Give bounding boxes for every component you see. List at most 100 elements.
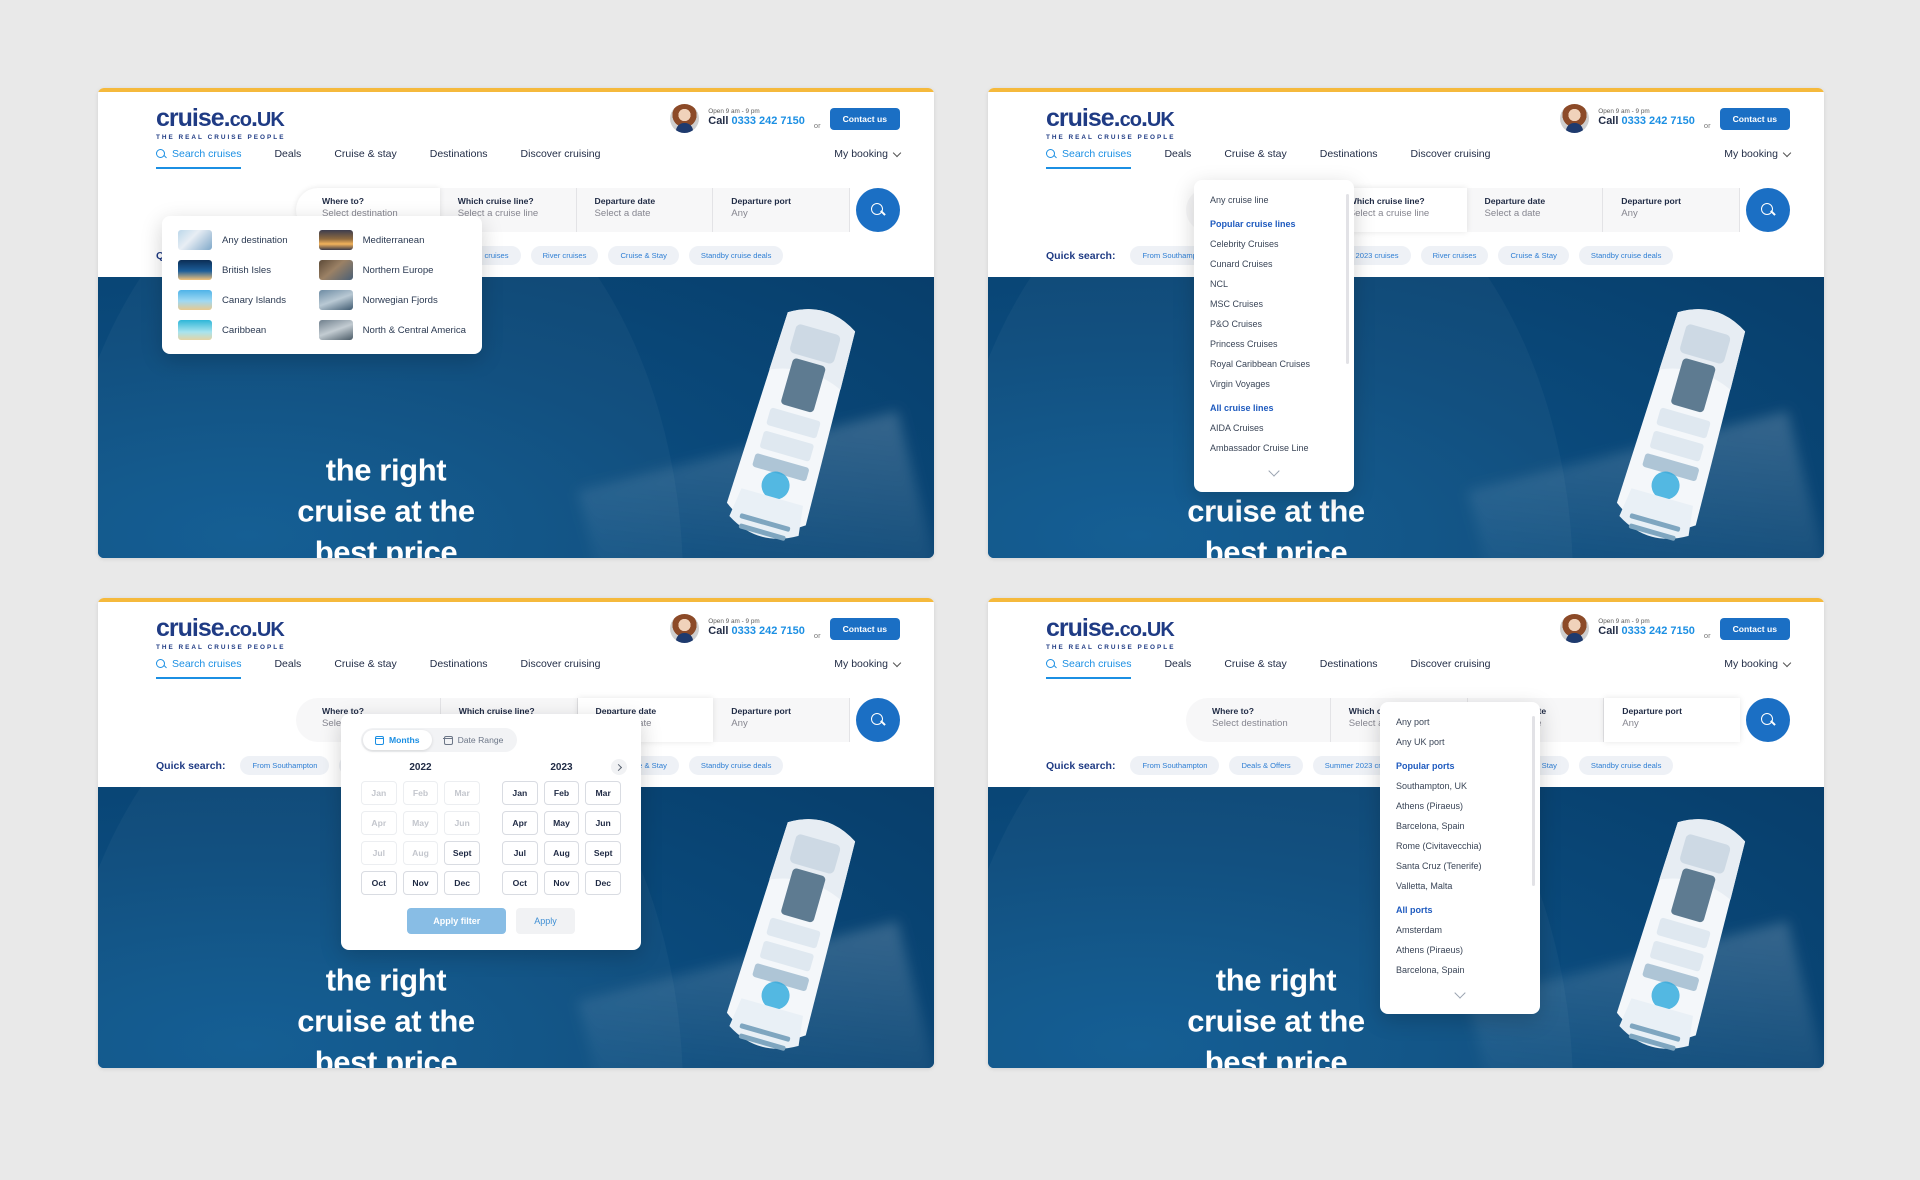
- apply-button[interactable]: Apply: [516, 908, 575, 934]
- logo[interactable]: cruise.co.UK THE REAL CRUISE PEOPLE: [1046, 106, 1175, 142]
- nav-item-discover-cruising[interactable]: Discover cruising: [1411, 148, 1491, 167]
- tab-months[interactable]: Months: [363, 730, 432, 750]
- field-departure-date[interactable]: Departure date Select a date: [1466, 188, 1604, 232]
- phone-number[interactable]: 0333 242 7150: [1622, 115, 1695, 127]
- month-button[interactable]: Sept: [585, 841, 621, 865]
- month-button[interactable]: Feb: [543, 781, 580, 805]
- field-departure-port[interactable]: Departure port Any: [1603, 188, 1740, 232]
- month-button[interactable]: Jun: [585, 811, 621, 835]
- cruise-line-option[interactable]: P&O Cruises: [1194, 314, 1354, 334]
- port-option[interactable]: Santa Cruz (Tenerife): [1380, 856, 1540, 876]
- month-button[interactable]: Dec: [444, 871, 480, 895]
- field-where-to[interactable]: Where to? Select destination: [1186, 698, 1331, 742]
- cruise-line-option-any[interactable]: Any cruise line: [1194, 190, 1354, 210]
- quick-pill-cruise-stay[interactable]: Cruise & Stay: [608, 246, 679, 265]
- my-booking-menu[interactable]: My booking: [834, 148, 902, 160]
- quick-pill-from-southampton[interactable]: From Southampton: [1130, 756, 1220, 775]
- dropdown-scrollbar[interactable]: [1532, 716, 1535, 886]
- cruise-line-option[interactable]: Virgin Voyages: [1194, 374, 1354, 394]
- nav-item-destinations[interactable]: Destinations: [430, 148, 488, 167]
- nav-item-search-cruises[interactable]: Search cruises: [1046, 658, 1132, 679]
- destination-item[interactable]: Mediterranean: [318, 230, 466, 250]
- nav-item-cruise-stay[interactable]: Cruise & stay: [334, 658, 396, 677]
- month-button[interactable]: Oct: [502, 871, 538, 895]
- nav-item-deals[interactable]: Deals: [1164, 658, 1191, 677]
- field-departure-date[interactable]: Departure date Select a date: [576, 188, 714, 232]
- port-option[interactable]: Barcelona, Spain: [1380, 816, 1540, 836]
- logo[interactable]: cruise.co.UK THE REAL CRUISE PEOPLE: [156, 106, 285, 142]
- destination-item[interactable]: Canary Islands: [178, 290, 305, 310]
- nav-item-cruise-stay[interactable]: Cruise & stay: [1224, 148, 1286, 167]
- nav-item-search-cruises[interactable]: Search cruises: [1046, 148, 1132, 169]
- destinations-dropdown[interactable]: Any destination Mediterranean British Is…: [162, 216, 482, 354]
- contact-us-button[interactable]: Contact us: [1719, 107, 1790, 130]
- logo[interactable]: cruise.co.UK THE REAL CRUISE PEOPLE: [156, 616, 285, 652]
- show-more-button[interactable]: [1194, 458, 1354, 480]
- logo[interactable]: cruise.co.UK THE REAL CRUISE PEOPLE: [1046, 616, 1175, 652]
- cruise-line-option[interactable]: Royal Caribbean Cruises: [1194, 354, 1354, 374]
- quick-pill-river-cruises[interactable]: River cruises: [530, 246, 599, 265]
- destination-item[interactable]: North & Central America: [318, 320, 466, 340]
- port-option-any[interactable]: Any port: [1380, 712, 1540, 732]
- quick-pill-cruise-stay[interactable]: Cruise & Stay: [1498, 246, 1569, 265]
- destination-item[interactable]: Norwegian Fjords: [318, 290, 466, 310]
- port-option[interactable]: Barcelona, Spain: [1380, 960, 1540, 980]
- quick-pill-deals-offers[interactable]: Deals & Offers: [1229, 756, 1303, 775]
- field-departure-port[interactable]: Departure port Any: [713, 188, 850, 232]
- month-button[interactable]: Dec: [585, 871, 621, 895]
- port-option[interactable]: Amsterdam: [1380, 920, 1540, 940]
- search-submit-button[interactable]: [856, 698, 900, 742]
- month-button[interactable]: Jan: [502, 781, 538, 805]
- nav-item-discover-cruising[interactable]: Discover cruising: [1411, 658, 1491, 677]
- quick-pill-river-cruises[interactable]: River cruises: [1420, 246, 1489, 265]
- quick-pill-standby[interactable]: Standby cruise deals: [688, 246, 784, 265]
- quick-pill-standby[interactable]: Standby cruise deals: [688, 756, 784, 775]
- cruise-line-option[interactable]: AIDA Cruises: [1194, 418, 1354, 438]
- port-option[interactable]: Athens (Piraeus): [1380, 940, 1540, 960]
- destination-item[interactable]: Northern Europe: [318, 260, 466, 280]
- destination-item[interactable]: Any destination: [178, 230, 305, 250]
- cruise-line-option[interactable]: Princess Cruises: [1194, 334, 1354, 354]
- port-option-any-uk[interactable]: Any UK port: [1380, 732, 1540, 752]
- nav-item-deals[interactable]: Deals: [1164, 148, 1191, 167]
- destination-item[interactable]: Caribbean: [178, 320, 305, 340]
- cruise-line-option[interactable]: Cunard Cruises: [1194, 254, 1354, 274]
- search-submit-button[interactable]: [856, 188, 900, 232]
- nav-item-search-cruises[interactable]: Search cruises: [156, 658, 242, 679]
- month-button[interactable]: Mar: [585, 781, 621, 805]
- nav-item-cruise-stay[interactable]: Cruise & stay: [334, 148, 396, 167]
- nav-item-destinations[interactable]: Destinations: [430, 658, 488, 677]
- phone-number[interactable]: 0333 242 7150: [732, 625, 805, 637]
- my-booking-menu[interactable]: My booking: [834, 658, 902, 670]
- port-option[interactable]: Valletta, Malta: [1380, 876, 1540, 896]
- port-option[interactable]: Southampton, UK: [1380, 776, 1540, 796]
- nav-item-destinations[interactable]: Destinations: [1320, 148, 1378, 167]
- tab-date-range[interactable]: Date Range: [432, 730, 516, 750]
- my-booking-menu[interactable]: My booking: [1724, 658, 1792, 670]
- month-button[interactable]: May: [543, 811, 580, 835]
- nav-item-deals[interactable]: Deals: [274, 148, 301, 167]
- month-button[interactable]: Jul: [502, 841, 538, 865]
- phone-number[interactable]: 0333 242 7150: [1622, 625, 1695, 637]
- cruise-line-option[interactable]: Celebrity Cruises: [1194, 234, 1354, 254]
- nav-item-cruise-stay[interactable]: Cruise & stay: [1224, 658, 1286, 677]
- contact-us-button[interactable]: Contact us: [829, 617, 900, 640]
- month-button[interactable]: Nov: [543, 871, 580, 895]
- month-button[interactable]: Nov: [402, 871, 439, 895]
- contact-us-button[interactable]: Contact us: [1719, 617, 1790, 640]
- date-picker-dropdown[interactable]: Months Date Range 2022 Jan Feb Mar Apr M…: [341, 714, 641, 950]
- nav-item-discover-cruising[interactable]: Discover cruising: [521, 658, 601, 677]
- field-departure-port[interactable]: Departure port Any: [1604, 698, 1740, 742]
- search-submit-button[interactable]: [1746, 698, 1790, 742]
- month-button[interactable]: Apr: [502, 811, 538, 835]
- cruise-line-option[interactable]: MSC Cruises: [1194, 294, 1354, 314]
- my-booking-menu[interactable]: My booking: [1724, 148, 1792, 160]
- show-more-button[interactable]: [1380, 980, 1540, 1002]
- quick-pill-from-southampton[interactable]: From Southampton: [240, 756, 330, 775]
- ports-dropdown[interactable]: Any port Any UK port Popular ports South…: [1380, 702, 1540, 1014]
- month-button[interactable]: Oct: [361, 871, 397, 895]
- next-year-button[interactable]: [611, 759, 627, 775]
- port-option[interactable]: Athens (Piraeus): [1380, 796, 1540, 816]
- contact-us-button[interactable]: Contact us: [829, 107, 900, 130]
- dropdown-scrollbar[interactable]: [1346, 194, 1349, 364]
